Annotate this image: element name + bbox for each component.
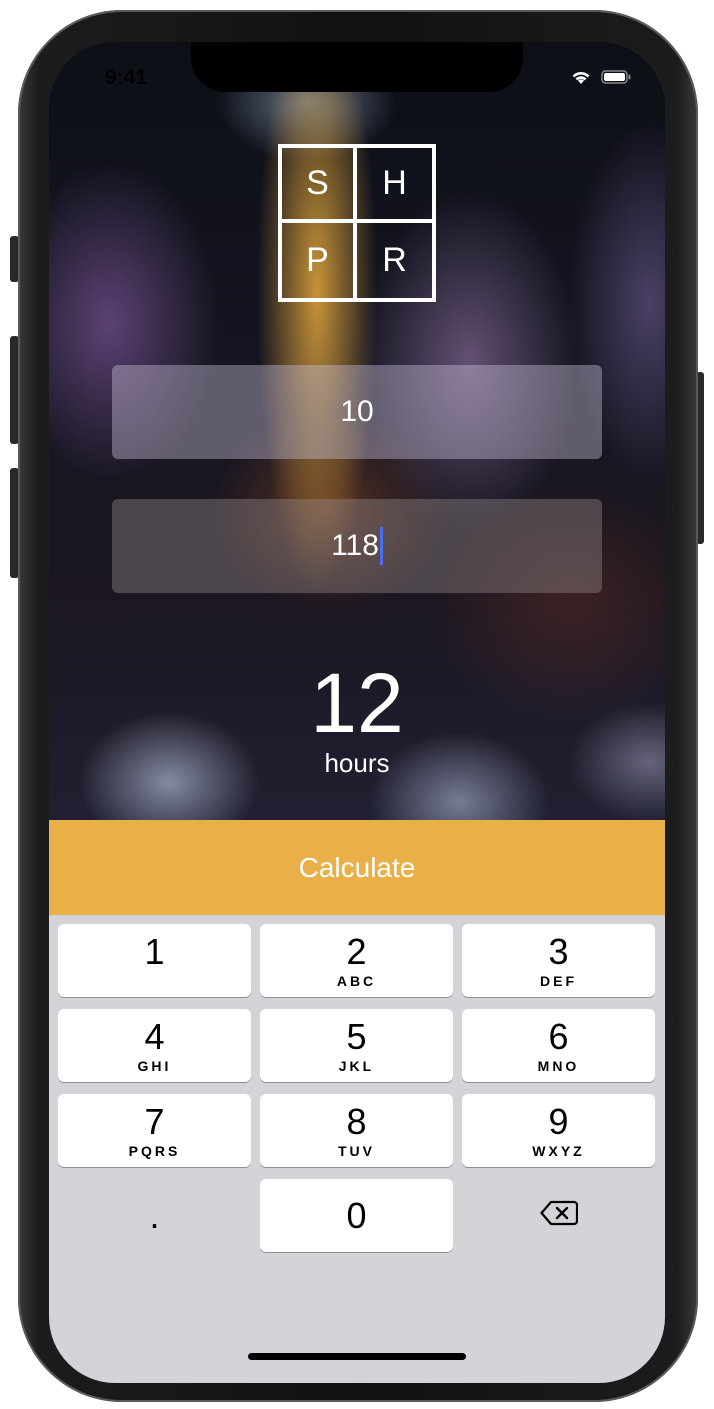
key-0[interactable]: 0 [260,1179,453,1252]
logo-letter: S [282,148,357,223]
key-letters: GHI [137,1057,172,1074]
calculate-button[interactable]: Calculate [49,820,665,915]
logo-letter: R [382,241,407,279]
key-letters: WXYZ [532,1142,585,1159]
logo-letter: P [282,223,357,298]
key-decimal[interactable]: . [58,1179,251,1252]
key-delete[interactable] [462,1179,655,1252]
key-letters: DEF [540,972,577,989]
status-indicators [569,68,631,86]
wifi-icon [569,68,593,86]
key-2[interactable]: 2 ABC [260,924,453,997]
key-number: 7 [144,1100,165,1142]
notch [191,42,523,92]
key-number: 9 [548,1100,569,1142]
key-4[interactable]: 4 GHI [58,1009,251,1082]
key-7[interactable]: 7 PQRS [58,1094,251,1167]
key-letters: ABC [336,972,377,989]
key-letters: PQRS [128,1142,181,1159]
key-letters: MNO [537,1057,580,1074]
key-number: 8 [346,1100,367,1142]
first-value-input[interactable]: 10 [112,365,602,459]
key-3[interactable]: 3 DEF [462,924,655,997]
app-logo: S H P R [278,144,436,302]
delete-backspace-icon [539,1200,578,1231]
home-indicator[interactable] [248,1353,466,1360]
result-unit: hours [324,748,390,778]
key-number: 6 [548,1015,569,1057]
key-number: 5 [346,1015,367,1057]
key-8[interactable]: 8 TUV [260,1094,453,1167]
result-value: 12 [310,656,404,750]
first-value-text: 10 [340,395,374,428]
battery-icon [601,70,631,84]
text-caret [379,527,383,565]
second-value-text: 118 [331,529,379,562]
key-letters: JKL [338,1057,375,1074]
key-number: 3 [548,930,569,972]
key-number: 2 [346,930,367,972]
logo-letter: H [357,148,432,223]
key-1[interactable]: 1 [58,924,251,997]
screen: 9:41 S H P R 10 118 12 hours Calculate 1… [49,42,665,1383]
key-number: 1 [144,930,165,972]
second-value-input[interactable]: 118 [112,499,602,593]
key-letters: TUV [338,1142,375,1159]
numeric-keypad: 1 2 ABC 3 DEF 4 GHI 5 JKL 6 MNO 7 PQRS 8 [49,915,665,1383]
key-number: 4 [144,1015,165,1057]
key-number: . [149,1194,160,1236]
key-5[interactable]: 5 JKL [260,1009,453,1082]
key-6[interactable]: 6 MNO [462,1009,655,1082]
status-time: 9:41 [105,66,148,89]
key-number: 0 [346,1194,367,1236]
key-9[interactable]: 9 WXYZ [462,1094,655,1167]
